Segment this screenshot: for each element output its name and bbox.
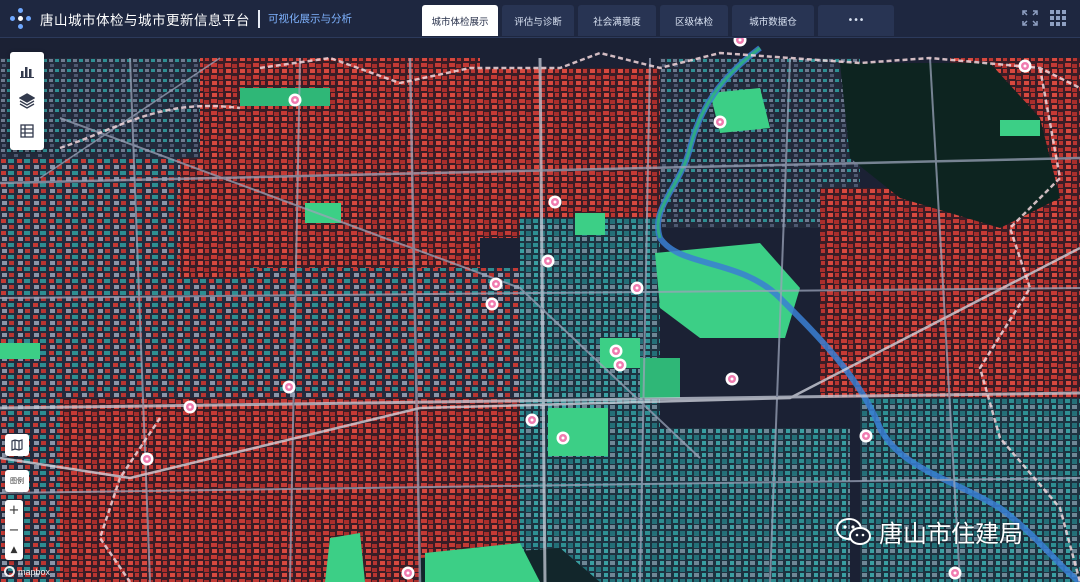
poi-marker[interactable] [948,566,962,580]
poi-marker[interactable] [725,372,739,386]
city-3d-map[interactable] [0,38,1080,582]
poi-marker[interactable] [713,115,727,129]
poi-marker[interactable] [548,195,562,209]
poi-marker[interactable] [489,277,503,291]
title-divider [258,9,260,28]
mapbox-attribution[interactable]: mapbox [4,566,50,577]
poi-marker[interactable] [556,431,570,445]
mapbox-logo-icon [4,566,15,577]
page-subtitle: 可视化展示与分析 [268,13,352,25]
poi-marker[interactable] [525,413,539,427]
app-header: 唐山城市体检与城市更新信息平台 可视化展示与分析 城市体检展示 评估与诊断 社会… [0,0,1080,38]
tab-more[interactable]: ••• [818,5,894,36]
poi-marker[interactable] [288,93,302,107]
poi-marker[interactable] [183,400,197,414]
tab-district-checkup[interactable]: 区级体检 [660,5,728,36]
fullscreen-icon[interactable] [1022,10,1038,26]
map-toolbar [10,52,44,150]
poi-marker[interactable] [609,344,623,358]
legend-button[interactable]: 图例 [5,470,29,492]
page-title: 唐山城市体检与城市更新信息平台 [40,12,250,29]
zoom-control: + − ▲ [5,500,23,560]
poi-marker[interactable] [1018,59,1032,73]
wechat-icon [836,517,871,545]
tab-city-checkup-display[interactable]: 城市体检展示 [422,5,498,36]
table-icon[interactable] [16,120,38,142]
chart-icon[interactable] [16,60,38,82]
map-canvas[interactable] [0,38,1080,582]
main-tabs: 城市体检展示 评估与诊断 社会满意度 区级体检 城市数据仓 ••• [422,5,894,36]
platform-logo-icon [10,7,32,30]
basemap-toggle-icon[interactable] [5,434,29,456]
watermark-text: 唐山市住建局 [879,520,1023,548]
layers-icon[interactable] [16,90,38,112]
zoom-in-button[interactable]: + [9,504,20,517]
poi-marker[interactable] [613,358,627,372]
tab-social-satisfaction[interactable]: 社会满意度 [578,5,656,36]
poi-marker[interactable] [541,254,555,268]
mapbox-label: mapbox [18,566,51,577]
poi-marker[interactable] [401,566,415,580]
zoom-out-button[interactable]: − [9,524,20,537]
poi-marker[interactable] [859,429,873,443]
poi-marker[interactable] [282,380,296,394]
tab-assessment-diagnosis[interactable]: 评估与诊断 [502,5,574,36]
poi-marker[interactable] [630,281,644,295]
poi-marker[interactable] [485,297,499,311]
wechat-watermark: 唐山市住建局 [835,514,1023,549]
apps-grid-icon[interactable] [1050,10,1066,26]
tab-city-data-warehouse[interactable]: 城市数据仓 [732,5,814,36]
compass-icon[interactable]: ▲ [11,544,18,557]
poi-marker[interactable] [140,452,154,466]
